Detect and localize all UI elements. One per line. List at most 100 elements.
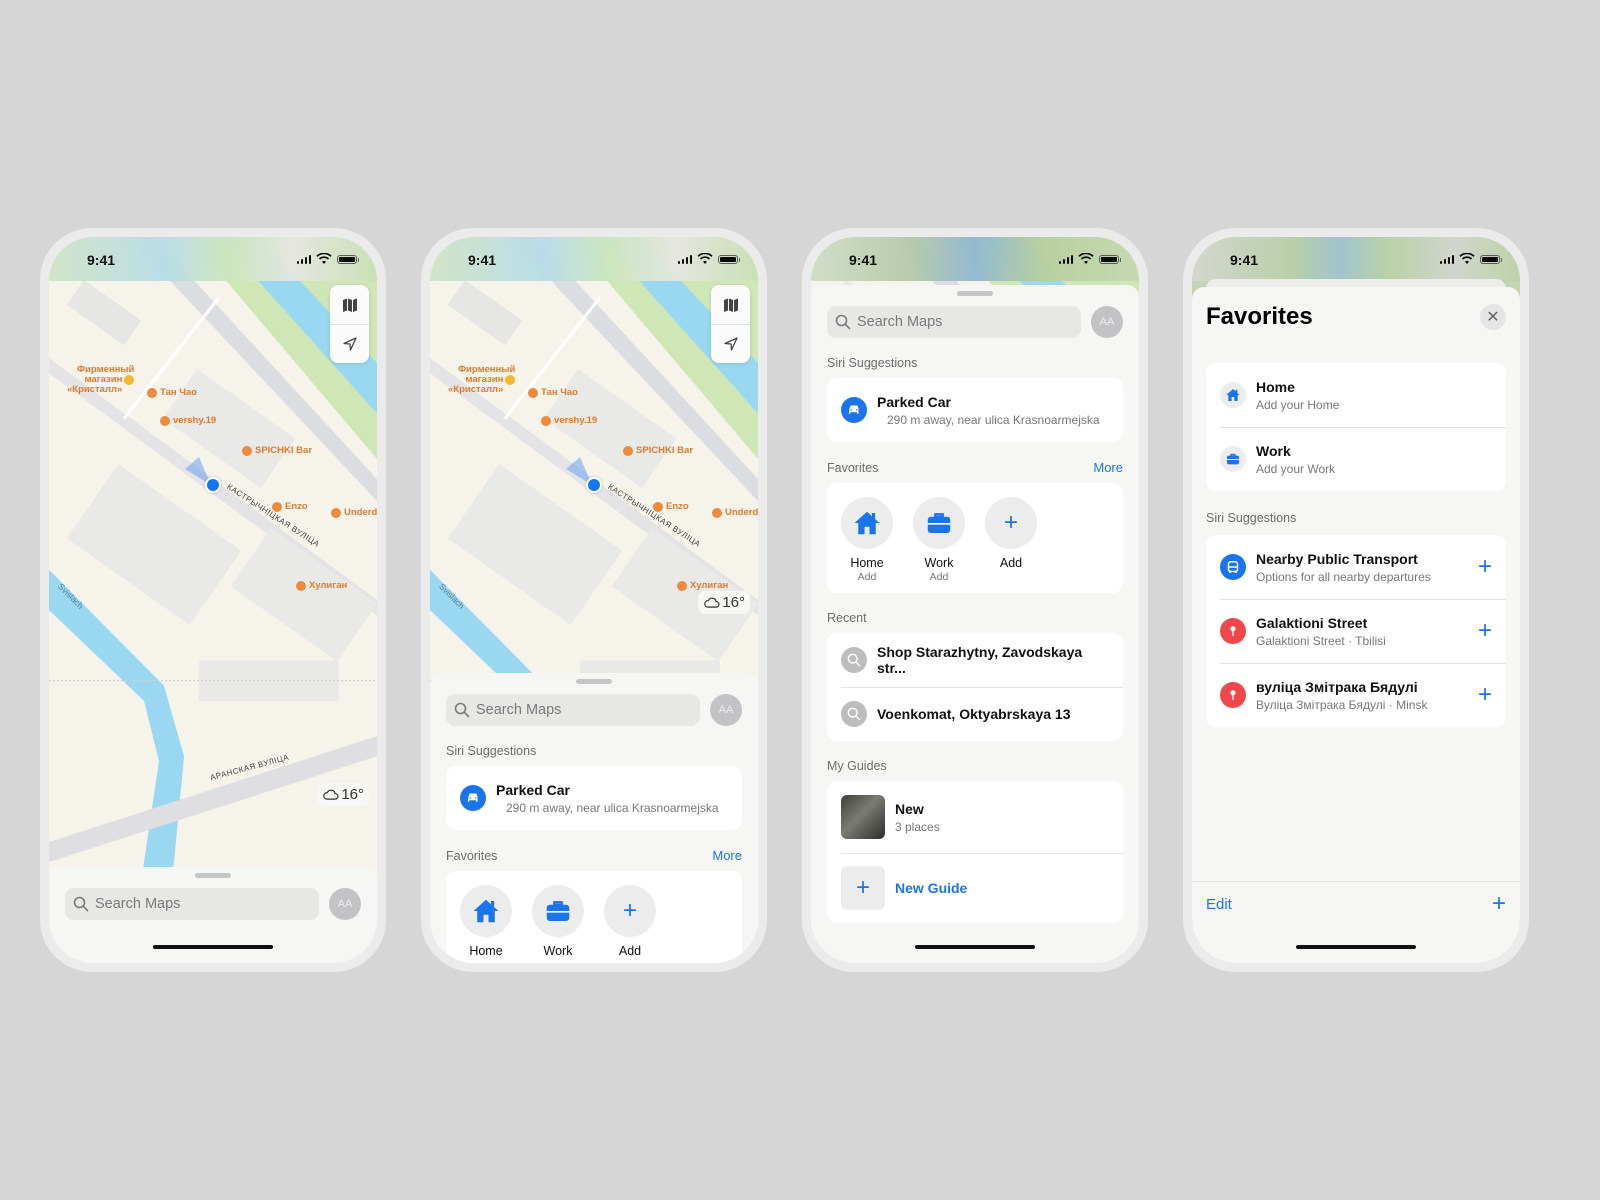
cafe-icon <box>541 415 551 426</box>
poi-underdog[interactable]: Underdog <box>331 507 377 518</box>
search-input[interactable]: Search Maps <box>65 888 319 920</box>
suggestion-row[interactable]: вуліца Змітрака Бядулі Вуліца Змітрака Бя… <box>1206 663 1506 727</box>
bar-icon <box>242 445 252 456</box>
recent-item[interactable]: Voenkomat, Oktyabrskaya 13 <box>827 687 1123 741</box>
poi-vershy[interactable]: vershy.19 <box>160 415 216 426</box>
locate-button[interactable] <box>330 324 369 363</box>
phone-half-sheet: 9:41 Фирменный магазин «Кристалл» Тан Ча… <box>421 228 767 972</box>
favorite-sublabel: Add <box>857 571 877 583</box>
favorite-add[interactable]: + Add <box>985 497 1037 583</box>
temperature: 16° <box>341 786 364 803</box>
location-arrow-icon <box>342 336 358 352</box>
house-icon <box>471 896 501 926</box>
battery-icon <box>1099 254 1121 264</box>
poi-underdog[interactable]: Underdog <box>712 507 758 518</box>
new-guide-button[interactable]: + New Guide <box>827 853 1123 923</box>
parked-car-row[interactable]: Parked Car 290 m away, near ulica Krasno… <box>446 766 742 830</box>
row-title: Parked Car <box>496 781 570 798</box>
row-subtitle: Add your Home <box>1256 397 1340 412</box>
poi-kristall[interactable]: Фирменный магазин «Кристалл» <box>448 365 516 395</box>
sheet-grabber[interactable] <box>957 291 993 296</box>
house-icon <box>1220 382 1246 408</box>
status-time: 9:41 <box>1230 252 1259 268</box>
favorite-add[interactable]: + Add <box>604 885 656 958</box>
add-favorite-button[interactable]: + <box>1478 619 1492 643</box>
suggestion-row[interactable]: Galaktioni Street Galaktioni Street · Tbi… <box>1206 599 1506 663</box>
section-title: Siri Suggestions <box>827 356 918 370</box>
poi-enzo[interactable]: Enzo <box>653 501 689 512</box>
more-link[interactable]: More <box>1093 460 1123 475</box>
poi-tan-chao[interactable]: Тан Чао <box>528 387 578 398</box>
favorite-work[interactable]: Work Add <box>913 497 965 583</box>
guide-thumbnail <box>841 795 885 839</box>
avatar[interactable]: AA <box>1091 306 1123 338</box>
poi-vershy[interactable]: vershy.19 <box>541 415 597 426</box>
poi-huligan[interactable]: Хулиган <box>296 580 347 591</box>
pizza-icon <box>712 507 722 518</box>
poi-spichki[interactable]: SPICHKI Bar <box>242 445 312 456</box>
parked-car-row[interactable]: Parked Car 290 m away, near ulica Krasno… <box>827 378 1123 442</box>
favorite-sublabel: Add <box>929 571 949 583</box>
poi-tan-chao[interactable]: Тан Чао <box>147 387 197 398</box>
favorites-card: Home Add Work Add + Add <box>827 483 1123 593</box>
siri-suggestions-header: Siri Suggestions <box>1206 511 1506 525</box>
section-title: Siri Suggestions <box>446 744 537 758</box>
poi-label: Хулиган <box>309 580 348 591</box>
add-button[interactable]: + <box>1492 892 1506 916</box>
recent-item[interactable]: Shop Starazhytny, Zavodskaya str... <box>827 633 1123 687</box>
guide-item[interactable]: New 3 places <box>827 781 1123 853</box>
sheet-grabber[interactable] <box>195 873 231 878</box>
row-title: Work <box>1256 442 1291 459</box>
poi-label: Тан Чао <box>160 387 197 398</box>
status-time: 9:41 <box>849 252 878 268</box>
section-title: Siri Suggestions <box>1206 511 1297 525</box>
poi-spichki[interactable]: SPICHKI Bar <box>623 445 693 456</box>
close-button[interactable]: ✕ <box>1480 304 1506 330</box>
favorite-label: Home <box>469 944 503 958</box>
map-mode-button[interactable] <box>711 285 750 324</box>
plus-icon: + <box>622 897 637 924</box>
poi-huligan[interactable]: Хулиган <box>677 580 728 591</box>
section-title: Recent <box>827 611 867 625</box>
car-icon <box>460 785 486 811</box>
sheet-grabber[interactable] <box>576 679 612 684</box>
locate-button[interactable] <box>711 324 750 363</box>
favorite-home[interactable]: Home <box>460 885 512 958</box>
poi-label: «Кристалл» <box>67 384 123 395</box>
battery-icon <box>337 254 359 264</box>
section-title: My Guides <box>827 759 887 773</box>
poi-kristall[interactable]: Фирменный магазин «Кристалл» <box>67 365 135 395</box>
status-bar: 9:41 <box>49 237 377 281</box>
row-title: Shop Starazhytny, Zavodskaya str... <box>877 644 1083 676</box>
map-mode-button[interactable] <box>330 285 369 324</box>
siri-suggestions-header: Siri Suggestions <box>446 744 742 758</box>
poi-enzo[interactable]: Enzo <box>272 501 308 512</box>
restaurant-icon <box>147 387 157 398</box>
favorite-work[interactable]: Work <box>532 885 584 958</box>
search-input[interactable]: Search Maps <box>827 306 1081 338</box>
favorites-header: Favorites More <box>827 460 1123 475</box>
cafe-icon <box>160 415 170 426</box>
guides-card: New 3 places + New Guide <box>827 781 1123 923</box>
edit-button[interactable]: Edit <box>1206 896 1232 913</box>
bar-icon <box>677 580 687 591</box>
bottom-sheet[interactable]: Search Maps AA Siri Suggestions Parked C… <box>811 285 1139 963</box>
add-favorite-button[interactable]: + <box>1478 683 1492 707</box>
map-canvas[interactable] <box>49 237 377 963</box>
more-link[interactable]: More <box>712 848 742 863</box>
poi-label: SPICHKI Bar <box>255 445 313 456</box>
add-favorite-button[interactable]: + <box>1478 555 1492 579</box>
favorite-work-row[interactable]: Work Add your Work <box>1206 427 1506 491</box>
search-icon <box>454 702 470 718</box>
favorite-home-row[interactable]: Home Add your Home <box>1206 363 1506 427</box>
suggestion-row[interactable]: Nearby Public Transport Options for all n… <box>1206 535 1506 599</box>
avatar[interactable]: AA <box>710 694 742 726</box>
location-arrow-icon <box>723 336 739 352</box>
siri-suggestions-header: Siri Suggestions <box>827 356 1123 370</box>
phone-map-view: 9:41 Фирменный магазин «Кристалл» Тан Ча… <box>40 228 386 972</box>
bottom-sheet[interactable]: Search Maps AA Siri Suggestions Parked C… <box>430 673 758 963</box>
favorite-home[interactable]: Home Add <box>841 497 893 583</box>
status-bar: 9:41 <box>1192 237 1520 281</box>
avatar[interactable]: AA <box>329 888 361 920</box>
search-input[interactable]: Search Maps <box>446 694 700 726</box>
